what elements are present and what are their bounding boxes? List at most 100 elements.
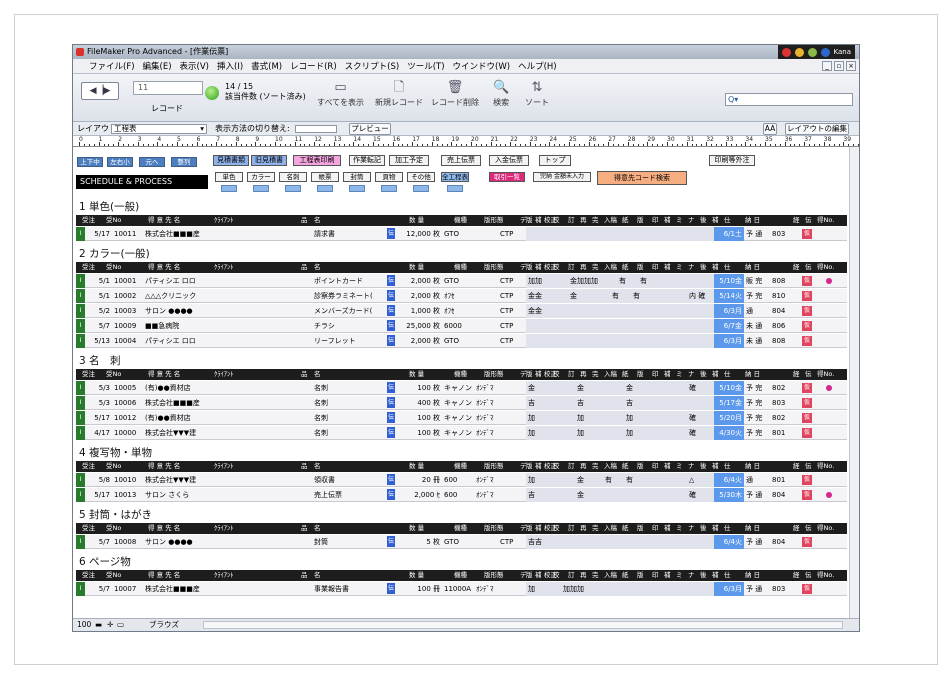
item-name[interactable]: 領収書 (314, 473, 386, 487)
process-grid[interactable] (526, 334, 714, 348)
record-icon[interactable]: I (76, 334, 85, 348)
close-button[interactable]: × (846, 61, 856, 71)
table-row[interactable]: I 4/17 10000 株式会社▼▼▼建 名刺伝 100 枚キャノン ｵﾝﾃﾞﾏ 加 加 加… (76, 426, 847, 440)
client-name[interactable]: 株式会社■■■産 (145, 582, 230, 596)
client-name[interactable]: ■■急病院 (145, 319, 230, 333)
horizontal-scrollbar[interactable] (203, 621, 843, 629)
menu-help[interactable]: ヘルプ(H) (518, 60, 557, 72)
zoom-out-icon[interactable]: ▬ (95, 619, 102, 631)
table-row[interactable]: I 5/3 10006 株式会社■■■産 名刺伝 400 枚キャノン ｵﾝﾃﾞﾏ 吉 吉 吉 5… (76, 396, 847, 410)
process-grid[interactable]: 加 加加加 (526, 582, 714, 596)
process-grid[interactable]: 吉 吉 吉 (526, 396, 714, 410)
tray-icon-red[interactable] (781, 47, 791, 57)
tray-icon-yellow[interactable] (794, 47, 804, 57)
record-icon[interactable]: I (76, 535, 85, 549)
client-name[interactable]: △△△クリニック (145, 289, 230, 303)
record-icon[interactable]: I (76, 227, 85, 241)
category-button-7[interactable]: 全工程表 (441, 172, 469, 182)
arrange-button-2[interactable]: 元へ (139, 157, 165, 167)
item-name[interactable]: 名刺 (314, 426, 386, 440)
find-button[interactable]: 🔍 検索 (493, 80, 509, 108)
vertical-scrollbar[interactable] (849, 147, 859, 619)
table-row[interactable]: I 5/1 10001 パティシエ ロロ ポイントカード伝 2,000 枚 GTO CTP 加加… (76, 274, 847, 288)
show-all-button[interactable]: ▭ すべてを表示 (317, 80, 364, 108)
detail-flag[interactable]: 伝 (387, 320, 395, 331)
table-row[interactable]: I 5/8 10010 株式会社▼▼▼建 領収書伝 20 冊 600 ｵﾝﾃﾞﾏ 加 金 有 有… (76, 473, 847, 487)
item-name[interactable]: 名刺 (314, 411, 386, 425)
table-row[interactable]: I 5/17 10011 株式会社■■■産 請求書伝 12,000 枚 GTO CTP 6/1土… (76, 227, 847, 241)
record-icon[interactable]: I (76, 473, 85, 487)
minimize-button[interactable]: _ (822, 61, 832, 71)
record-icon[interactable]: I (76, 396, 85, 410)
zoom-level[interactable]: 100 (77, 619, 91, 631)
process-print-button[interactable]: 工程表印刷 (293, 155, 341, 166)
record-icon[interactable]: I (76, 582, 85, 596)
menu-edit[interactable]: 編集(E) (143, 60, 172, 72)
record-icon[interactable]: I (76, 319, 85, 333)
old-quote-button[interactable]: 旧見積書 (251, 155, 287, 166)
category-button-5[interactable]: 頁物 (375, 172, 403, 182)
detail-flag[interactable]: 伝 (387, 275, 395, 286)
menu-format[interactable]: 書式(M) (251, 60, 282, 72)
preview-button[interactable]: プレビュー (349, 123, 391, 135)
item-name[interactable]: 請求書 (314, 227, 386, 241)
process-grid[interactable] (526, 319, 714, 333)
client-name[interactable]: (有)●●資材店 (145, 411, 230, 425)
process-grid[interactable]: 加加 金加加加 有 有 (526, 274, 714, 288)
item-name[interactable]: 封筒 (314, 535, 386, 549)
print-exclude-button[interactable]: 印刷等外注 (709, 155, 755, 166)
menu-tools[interactable]: ツール(T) (407, 60, 444, 72)
process-grid[interactable]: 金金 (526, 304, 714, 318)
category-button-2[interactable]: 名刺 (279, 172, 307, 182)
restore-button[interactable]: ▫ (834, 61, 844, 71)
client-name[interactable]: 株式会社▼▼▼建 (145, 473, 230, 487)
menu-insert[interactable]: 挿入(I) (217, 60, 243, 72)
sales-slip-button[interactable]: 売上伝票 (441, 155, 481, 166)
client-name[interactable]: 株式会社▼▼▼建 (145, 426, 230, 440)
detail-flag[interactable]: 伝 (387, 583, 395, 594)
record-icon[interactable]: I (76, 274, 85, 288)
item-name[interactable]: 事業報告書 (314, 582, 386, 596)
quick-find-input[interactable]: Q▾ (725, 93, 853, 106)
process-grid[interactable] (526, 227, 714, 241)
delete-record-button[interactable]: 🗑 レコード削除 (431, 80, 479, 108)
table-row[interactable]: I 5/7 10009 ■■急病院 チラシ伝 25,000 枚 6000 CTP 6/7金未 通… (76, 319, 847, 333)
process-grid[interactable]: 金 金 金 確 (526, 381, 714, 395)
client-name[interactable]: サロン ●●●● (145, 304, 230, 318)
detail-flag[interactable]: 伝 (387, 412, 395, 423)
category-button-3[interactable]: 帳票 (311, 172, 339, 182)
category-button-0[interactable]: 単色 (215, 172, 243, 182)
category-button-6[interactable]: その他 (407, 172, 435, 182)
item-name[interactable]: ポイントカード (314, 274, 386, 288)
item-name[interactable]: 名刺 (314, 381, 386, 395)
item-name[interactable]: 売上伝票 (314, 488, 386, 502)
text-size-button[interactable]: AA (763, 123, 777, 135)
process-grid[interactable]: 吉吉 (526, 535, 714, 549)
menu-records[interactable]: レコード(R) (290, 60, 337, 72)
edit-layout-button[interactable]: レイアウトの編集 (785, 123, 849, 135)
item-name[interactable]: リーフレット (314, 334, 386, 348)
category-button-1[interactable]: カラー (247, 172, 275, 182)
record-icon[interactable]: I (76, 426, 85, 440)
client-name[interactable]: パティシエ ロロ (145, 334, 230, 348)
current-record-field[interactable]: 11 (133, 81, 203, 95)
process-plan-button[interactable]: 加工予定 (389, 155, 429, 166)
detail-flag[interactable]: 伝 (387, 474, 395, 485)
menu-scripts[interactable]: スクリプト(S) (345, 60, 400, 72)
new-record-button[interactable]: 🗋 新規レコード (375, 80, 423, 108)
table-row[interactable]: I 5/7 10007 株式会社■■■産 事業報告書伝 100 冊 11000A ｵﾝﾃﾞﾏ 加… (76, 582, 847, 596)
client-name[interactable]: サロン ●●●● (145, 535, 230, 549)
top-button[interactable]: トップ (539, 155, 571, 166)
table-row[interactable]: I 5/3 10005 (有)●●資材店 名刺伝 100 枚キャノン ｵﾝﾃﾞﾏ 金 金 金 … (76, 381, 847, 395)
tray-user[interactable]: Kana (834, 45, 851, 59)
record-navigator-book[interactable]: ◀▕▶ (81, 82, 119, 100)
detail-flag[interactable]: 伝 (387, 536, 395, 547)
table-row[interactable]: I 5/2 10003 サロン ●●●● メンバーズカード(伝 1,000 枚 ｵﾌｾ CTP… (76, 304, 847, 318)
process-grid[interactable]: 加 金 有 有 △ (526, 473, 714, 487)
view-as-buttons[interactable] (295, 125, 337, 133)
record-icon[interactable]: I (76, 289, 85, 303)
table-row[interactable]: I 5/17 10012 (有)●●資材店 名刺伝 100 枚キャノン ｵﾝﾃﾞﾏ 加 加 加… (76, 411, 847, 425)
client-code-search-button[interactable]: 得意先コード検索 (597, 171, 687, 185)
client-name[interactable]: サロン さくら (145, 488, 230, 502)
client-name[interactable]: 株式会社■■■産 (145, 396, 230, 410)
